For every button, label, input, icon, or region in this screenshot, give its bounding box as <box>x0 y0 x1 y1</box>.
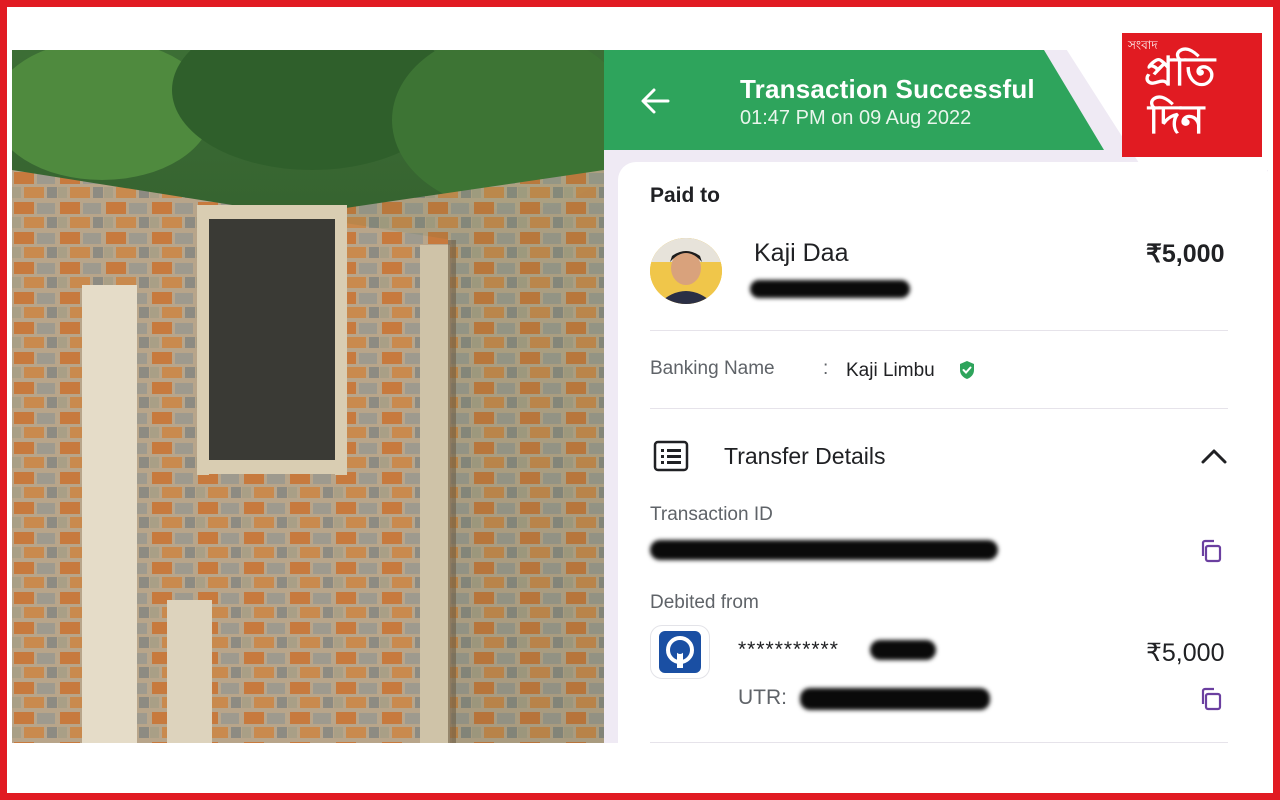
logo-line-2: দিন <box>1148 97 1205 143</box>
logo-line-1: প্রতি <box>1144 49 1216 95</box>
transfer-details-title[interactable]: Transfer Details <box>724 443 885 470</box>
payee-photo <box>650 238 722 304</box>
brand-logo: সংবাদ প্রতি দিন <box>1122 33 1262 157</box>
payee-name: Kaji Daa <box>754 239 849 267</box>
transaction-status-title: Transaction Successful <box>740 74 1035 104</box>
paid-to-label: Paid to <box>650 184 721 207</box>
list-details-icon <box>653 440 689 472</box>
brick-wall-image <box>12 50 604 743</box>
payee-amount: ₹5,000 <box>1146 240 1225 268</box>
bank-logo <box>650 625 710 679</box>
chevron-up-icon[interactable] <box>1200 446 1228 466</box>
banking-name-value: Kaji Limbu <box>846 360 935 381</box>
account-masked: *********** <box>738 638 839 661</box>
avatar <box>650 238 722 304</box>
account-suffix-redacted <box>870 640 936 660</box>
bank-logo-icon <box>659 631 701 673</box>
utr-label: UTR: <box>738 686 787 709</box>
news-photo <box>12 50 604 743</box>
debit-amount: ₹5,000 <box>1146 639 1225 667</box>
divider <box>650 330 1228 331</box>
copy-icon[interactable] <box>1198 538 1224 564</box>
back-arrow-icon[interactable] <box>638 84 672 118</box>
divider <box>650 742 1228 743</box>
banking-name-label: Banking Name <box>650 358 775 379</box>
debited-from-label: Debited from <box>650 592 759 613</box>
transaction-id-label: Transaction ID <box>650 504 773 525</box>
verified-shield-icon <box>960 361 974 379</box>
banking-name-separator: : <box>823 358 829 379</box>
divider <box>650 408 1228 409</box>
transaction-id-redacted <box>650 540 998 560</box>
transaction-timestamp: 01:47 PM on 09 Aug 2022 <box>740 107 972 129</box>
payee-phone-redacted <box>750 280 910 298</box>
copy-icon[interactable] <box>1198 686 1224 712</box>
utr-redacted <box>800 688 990 710</box>
